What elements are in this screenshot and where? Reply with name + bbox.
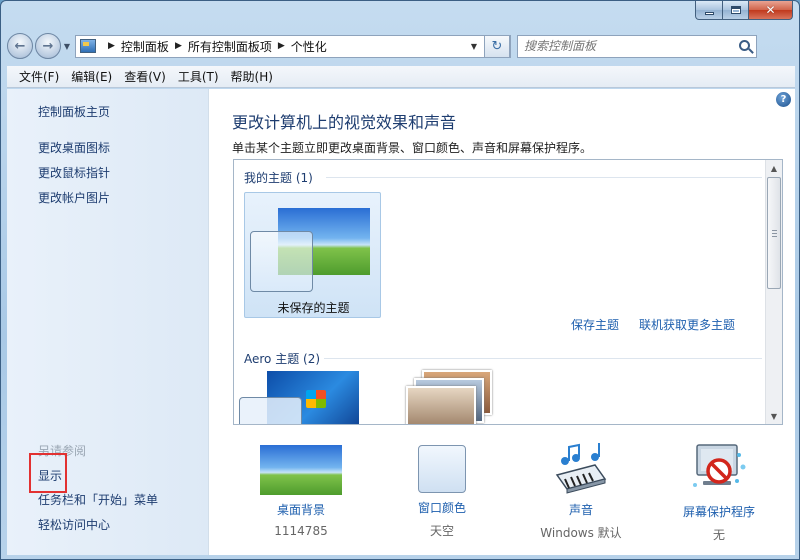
screen-saver-value: 无 (712, 528, 725, 542)
desktop-background-icon (260, 445, 342, 495)
minimize-icon (704, 11, 714, 15)
screen-saver-item[interactable]: 屏幕保护程序 无 (659, 439, 779, 543)
back-button[interactable]: ← (7, 33, 33, 59)
screen-saver-label[interactable]: 屏幕保护程序 (659, 503, 779, 520)
breadcrumb-all-items[interactable]: 所有控制面板项 (188, 38, 272, 55)
content-area: 控制面板主页 更改桌面图标 更改鼠标指针 更改帐户图片 另请参阅 显示 任务栏和… (7, 89, 795, 555)
forward-button[interactable]: → (35, 33, 61, 59)
desktop-background-label[interactable]: 桌面背景 (241, 501, 361, 518)
windows-logo-icon (306, 390, 326, 408)
window-color-icon (418, 445, 466, 493)
search-icon[interactable] (739, 39, 750, 51)
get-more-themes-link[interactable]: 联机获取更多主题 (639, 316, 735, 333)
theme-list-scrollbar[interactable]: ▲ ▼ (765, 160, 782, 424)
main-pane: ? 更改计算机上的视觉效果和声音 单击某个主题立即更改桌面背景、窗口颜色、声音和… (210, 89, 795, 555)
page-title: 更改计算机上的视觉效果和声音 (232, 113, 457, 132)
sounds-label[interactable]: 声音 (521, 501, 641, 518)
minimize-button[interactable] (695, 1, 723, 20)
chevron-down-icon[interactable]: ▼ (466, 36, 482, 57)
menu-view[interactable]: 查看(V) (118, 68, 172, 85)
page-subtitle: 单击某个主题立即更改桌面背景、窗口颜色、声音和屏幕保护程序。 (232, 141, 593, 155)
maximize-button[interactable] (723, 1, 749, 20)
menu-help[interactable]: 帮助(H) (225, 68, 279, 85)
theme-window-preview (250, 231, 313, 292)
refresh-icon: ↻ (491, 38, 503, 54)
group-divider (324, 358, 762, 359)
ease-of-access-link[interactable]: 轻松访问中心 (38, 516, 110, 533)
close-button[interactable]: ✕ (749, 1, 793, 20)
breadcrumb-control-panel[interactable]: 控制面板 (121, 38, 169, 55)
window-color-item[interactable]: 窗口颜色 天空 (382, 439, 502, 539)
menu-edit[interactable]: 编辑(E) (65, 68, 118, 85)
aero-themes-label: Aero 主题 (2) (244, 352, 321, 366)
navigation-bar: ← → ▼ ▶ 控制面板 ▶ 所有控制面板项 ▶ 个性化 ▼ ↻ (7, 31, 795, 61)
grip-icon (772, 230, 777, 237)
change-account-picture-link[interactable]: 更改帐户图片 (38, 189, 110, 206)
menu-file[interactable]: 文件(F) (13, 68, 65, 85)
unsaved-theme-tile[interactable]: 未保存的主题 (244, 192, 381, 318)
theme-window-preview (239, 397, 302, 424)
change-desktop-icons-link[interactable]: 更改桌面图标 (38, 139, 110, 156)
sounds-value: Windows 默认 (540, 526, 622, 540)
sounds-icon (551, 441, 611, 495)
back-arrow-icon: ← (14, 38, 26, 54)
scroll-up-icon[interactable]: ▲ (766, 160, 782, 176)
window-color-value: 天空 (429, 524, 454, 538)
display-link[interactable]: 显示 (38, 467, 62, 484)
scroll-down-icon[interactable]: ▼ (766, 408, 782, 424)
my-themes-label: 我的主题 (1) (244, 171, 313, 185)
theme-list: 我的主题 (1) 未保存的主题 保存主题 联机获取更多主题 Aero 主题 (2… (233, 159, 783, 425)
recent-pages-dropdown[interactable]: ▼ (61, 42, 73, 51)
help-icon[interactable]: ? (776, 92, 791, 107)
desktop-background-value: 1114785 (274, 524, 328, 538)
chevron-right-icon[interactable]: ▶ (175, 41, 182, 51)
scroll-thumb[interactable] (767, 177, 781, 289)
forward-arrow-icon: → (42, 38, 54, 54)
photo-stack-icon (406, 386, 476, 424)
chevron-right-icon[interactable]: ▶ (108, 41, 115, 51)
sounds-item[interactable]: 声音 Windows 默认 (521, 439, 641, 541)
chevron-right-icon[interactable]: ▶ (278, 41, 285, 51)
desktop-background-item[interactable]: 桌面背景 1114785 (241, 439, 361, 538)
group-divider (326, 177, 762, 178)
control-panel-home-link[interactable]: 控制面板主页 (38, 103, 110, 120)
search-input[interactable] (524, 39, 724, 53)
save-theme-link[interactable]: 保存主题 (571, 316, 619, 333)
change-mouse-pointers-link[interactable]: 更改鼠标指针 (38, 164, 110, 181)
search-box[interactable] (517, 34, 757, 58)
caption-buttons: ✕ (695, 1, 793, 20)
control-panel-icon (80, 39, 96, 53)
screen-saver-icon (689, 441, 749, 497)
breadcrumb-personalization[interactable]: 个性化 (291, 38, 327, 55)
taskbar-start-menu-link[interactable]: 任务栏和「开始」菜单 (38, 491, 158, 508)
maximize-icon (730, 6, 741, 14)
menu-bar: 文件(F) 编辑(E) 查看(V) 工具(T) 帮助(H) (7, 66, 795, 88)
close-icon: ✕ (765, 3, 776, 17)
window-color-label[interactable]: 窗口颜色 (382, 499, 502, 516)
control-panel-window: ✕ ← → ▼ ▶ 控制面板 ▶ 所有控制面板项 ▶ 个性化 ▼ ↻ 文件(F)… (0, 0, 800, 560)
menu-tools[interactable]: 工具(T) (172, 68, 225, 85)
task-pane: 控制面板主页 更改桌面图标 更改鼠标指针 更改帐户图片 另请参阅 显示 任务栏和… (7, 89, 209, 555)
address-bar[interactable]: ▶ 控制面板 ▶ 所有控制面板项 ▶ 个性化 ▼ ↻ (75, 34, 511, 58)
refresh-button[interactable]: ↻ (484, 34, 510, 58)
theme-name: 未保存的主题 (277, 301, 350, 315)
